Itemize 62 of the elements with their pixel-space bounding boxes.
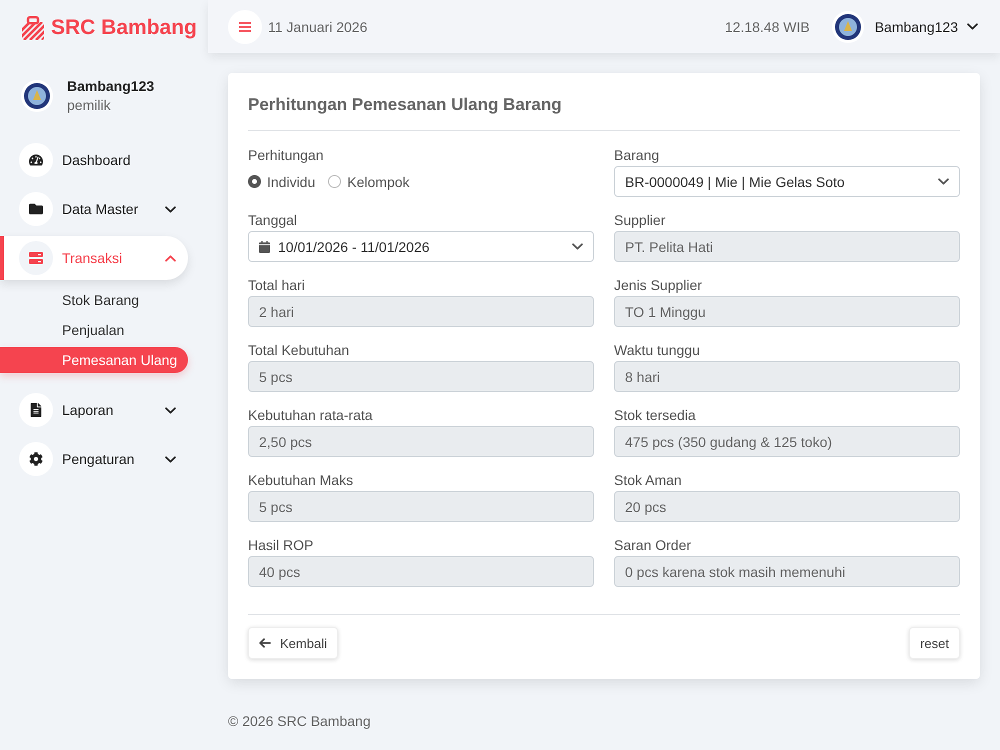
readonly-field[interactable]: 2 hari — [248, 296, 594, 327]
avatar-icon — [832, 10, 864, 42]
profile-role: pemilik — [67, 97, 112, 114]
nav-subitem[interactable]: Pemesanan Ulang — [0, 347, 188, 373]
gauge-icon — [19, 143, 53, 177]
readonly-field[interactable]: 20 pcs — [614, 491, 960, 522]
menu-icon — [239, 22, 251, 32]
field-label: Total hari — [248, 277, 306, 294]
field-label: Kebutuhan rata-rata — [248, 407, 374, 424]
field-label: Perhitungan — [248, 147, 325, 164]
file-icon — [19, 393, 53, 427]
avatar-icon — [21, 80, 53, 112]
gear-icon — [19, 442, 53, 476]
readonly-field[interactable]: 0 pcs karena stok masih memenuhi — [614, 556, 960, 587]
field-label: Supplier — [614, 212, 666, 229]
nav-item[interactable]: Transaksi — [0, 236, 188, 280]
field-label: Stok tersedia — [614, 407, 697, 424]
nav-subitem[interactable]: Stok Barang — [0, 287, 188, 313]
clock-text: 12.18.48 WIB — [724, 18, 810, 34]
date-text: 11 Januari 2026 — [268, 18, 368, 34]
calendar-icon — [259, 240, 270, 252]
readonly-field[interactable]: 40 pcs — [248, 556, 594, 587]
select-field[interactable]: BR-0000049 | Mie | Mie Gelas Soto — [614, 166, 960, 197]
nav-item[interactable]: Dashboard — [0, 138, 188, 182]
nav-subitem[interactable]: Penjualan — [0, 317, 188, 343]
user-menu-button[interactable]: Bambang123 — [874, 18, 978, 34]
readonly-field[interactable]: TO 1 Minggu — [614, 296, 960, 327]
back-button[interactable]: Kembali — [248, 627, 338, 659]
footer-text: © 2026 SRC Bambang — [227, 713, 372, 730]
nav-item[interactable]: Pengaturan — [0, 437, 188, 481]
arrow-left-icon — [259, 638, 271, 648]
field-label: Jenis Supplier — [614, 277, 703, 294]
field-label: Kebutuhan Maks — [248, 472, 354, 489]
field-label: Barang — [614, 147, 660, 164]
radio-option[interactable]: Kelompok — [328, 174, 410, 190]
profile-name: Bambang123 — [67, 78, 154, 95]
radio-option[interactable]: Individu — [248, 174, 316, 190]
reset-button[interactable]: reset — [909, 627, 960, 659]
date-range-field[interactable]: 10/01/2026 - 11/01/2026 — [248, 231, 594, 262]
field-label: Waktu tunggu — [614, 342, 701, 359]
field-label: Tanggal — [248, 212, 298, 229]
field-label: Stok Aman — [614, 472, 683, 489]
chevron-down-icon — [938, 178, 949, 185]
field-label: Saran Order — [614, 537, 692, 554]
field-label: Total Kebutuhan — [248, 342, 350, 359]
chevron-down-icon — [572, 243, 583, 250]
readonly-field[interactable]: 2,50 pcs — [248, 426, 594, 457]
menu-button[interactable] — [228, 10, 262, 44]
brand-name: SRC Bambang — [51, 16, 197, 40]
readonly-field[interactable]: 8 hari — [614, 361, 960, 392]
readonly-field[interactable]: 5 pcs — [248, 491, 594, 522]
readonly-field[interactable]: PT. Pelita Hati — [614, 231, 960, 262]
logo-icon — [22, 16, 44, 40]
field-label: Hasil ROP — [248, 537, 314, 554]
nav-item[interactable]: Data Master — [0, 187, 188, 231]
chevron-down-icon — [967, 23, 978, 30]
nav-item[interactable]: Laporan — [0, 388, 188, 432]
server-icon — [19, 241, 53, 275]
folder-icon — [19, 192, 53, 226]
readonly-field[interactable]: 5 pcs — [248, 361, 594, 392]
card-title: Perhitungan Pemesanan Ulang Barang — [248, 94, 563, 116]
readonly-field[interactable]: 475 pcs (350 gudang & 125 toko) — [614, 426, 960, 457]
